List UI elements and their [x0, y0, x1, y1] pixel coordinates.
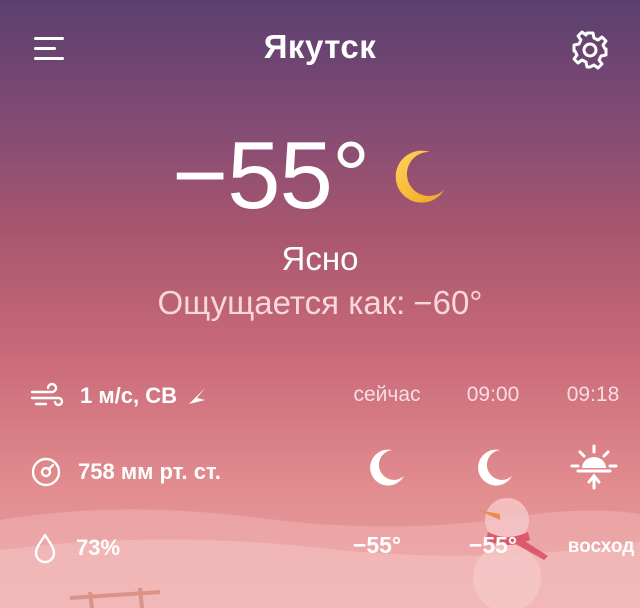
forecast-time-now: сейчас	[353, 383, 421, 406]
feels-like-label: Ощущается как:	[157, 284, 406, 321]
current-temperature: −55°	[172, 122, 370, 229]
forecast-time-1: 09:00	[466, 383, 520, 406]
weather-condition: Ясно	[281, 240, 359, 277]
forecast-temp-1: −55°	[468, 532, 518, 558]
pressure-row: 758 мм рт. ст.	[30, 454, 221, 490]
sunrise-icon	[570, 444, 618, 490]
wind-row: 1 м/с, СВ	[30, 378, 207, 414]
humidity-row: 73%	[30, 530, 120, 566]
forecast-sunrise-label: восход	[567, 536, 635, 557]
moon-icon	[384, 146, 450, 212]
city-title[interactable]: Якутск	[0, 28, 640, 66]
moon-icon	[478, 449, 512, 486]
forecast-time-2: 09:18	[566, 383, 620, 406]
direction-arrow-icon	[188, 388, 205, 404]
humidity-value: 73%	[76, 535, 121, 560]
barometer-icon	[31, 457, 61, 487]
moon-icon	[370, 449, 404, 486]
gear-icon	[572, 30, 608, 70]
settings-button[interactable]	[570, 30, 610, 70]
pressure-value: 758 мм рт. ст.	[78, 459, 221, 484]
forecast-temp-now: −55°	[352, 532, 402, 558]
feels-like-value: −60°	[413, 284, 483, 321]
droplet-icon	[34, 533, 56, 564]
wind-value: 1 м/с, СВ	[80, 383, 177, 408]
feels-like: Ощущается как: −60°	[0, 284, 640, 322]
wind-icon	[30, 382, 64, 407]
